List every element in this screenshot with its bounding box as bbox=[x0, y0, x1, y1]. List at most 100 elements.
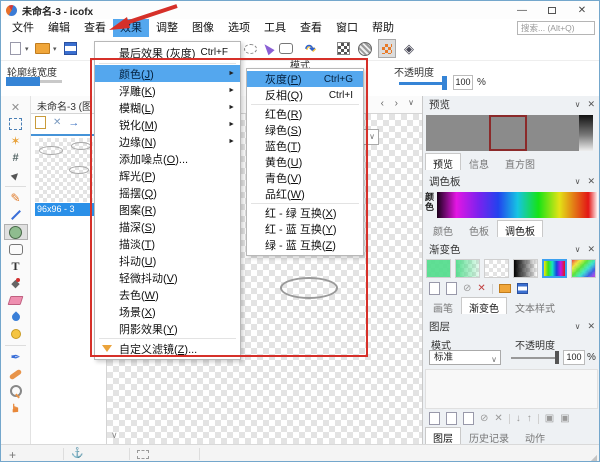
delete-item-icon[interactable] bbox=[477, 283, 485, 294]
move-selection-tool[interactable] bbox=[4, 167, 28, 183]
outline-width-slider-track[interactable] bbox=[40, 80, 62, 83]
open-folder-sm-icon[interactable] bbox=[499, 284, 511, 293]
close-button[interactable]: ✕ bbox=[567, 1, 597, 19]
effects-item-R[interactable]: 图案(R) bbox=[95, 201, 240, 218]
resize-grip[interactable]: ◢ bbox=[591, 453, 597, 462]
close-icon[interactable] bbox=[587, 244, 595, 255]
opacity-slider-handle[interactable] bbox=[442, 76, 447, 90]
image-thumbnail[interactable] bbox=[35, 138, 93, 202]
new-item-icon[interactable] bbox=[429, 282, 440, 295]
outline-width-slider[interactable] bbox=[6, 77, 40, 86]
layer-opacity-value[interactable]: 100 bbox=[563, 350, 585, 365]
rect-select-tool[interactable] bbox=[4, 116, 28, 132]
palette-tab-色板[interactable]: 色板 bbox=[461, 220, 497, 237]
delete-layer-icon[interactable] bbox=[494, 413, 502, 424]
effects-item-Q[interactable]: 摇摆(Q) bbox=[95, 184, 240, 201]
preview-tab-直方图[interactable]: 直方图 bbox=[497, 153, 543, 170]
color-item-T[interactable]: 蓝色(T) bbox=[247, 138, 363, 154]
effects-item-K[interactable]: 浮雕(K)► bbox=[95, 82, 240, 99]
color-spectrum[interactable] bbox=[437, 192, 598, 218]
color-item-U[interactable]: 黄色(U) bbox=[247, 154, 363, 170]
palette-tab-调色板[interactable]: 调色板 bbox=[497, 220, 543, 237]
close-icon[interactable] bbox=[587, 321, 595, 332]
effects-item-P[interactable]: 辉光(P) bbox=[95, 167, 240, 184]
next-tab-icon[interactable]: › bbox=[395, 98, 398, 109]
effects-item-X[interactable]: 场景(X) bbox=[95, 303, 240, 320]
tab-list-icon[interactable]: ∨ bbox=[408, 98, 414, 107]
effects-item-T[interactable]: 描淡(T) bbox=[95, 235, 240, 252]
menubar-item-查看[interactable]: 查看 bbox=[293, 19, 329, 37]
close-icon[interactable] bbox=[587, 99, 595, 110]
color-item-Q[interactable]: 反相(Q)Ctrl+I bbox=[247, 87, 363, 103]
palette-tab-颜色[interactable]: 颜色 bbox=[425, 220, 461, 237]
dither-circle-button[interactable] bbox=[356, 39, 374, 58]
gradient-swatch-rainbow[interactable] bbox=[542, 259, 567, 278]
preview-tab-预览[interactable]: 预览 bbox=[425, 153, 461, 170]
blur-drop-tool[interactable] bbox=[4, 309, 28, 325]
layers-stack-button[interactable] bbox=[400, 39, 418, 58]
gradient-swatch-transparent[interactable] bbox=[484, 259, 509, 278]
duplicate-item-icon[interactable] bbox=[446, 282, 457, 295]
menu-item-last-effect[interactable]: 最后效果 (灰度) Ctrl+F bbox=[95, 43, 240, 62]
new-file-button[interactable] bbox=[6, 39, 24, 58]
effects-item-Y[interactable]: 阴影效果(Y) bbox=[95, 320, 240, 337]
effects-item-S[interactable]: 描深(S) bbox=[95, 218, 240, 235]
menubar-item-效果[interactable]: 效果 bbox=[113, 19, 149, 37]
effects-item-W[interactable]: 去色(W) bbox=[95, 286, 240, 303]
gradient-tab-渐变色[interactable]: 渐变色 bbox=[461, 297, 507, 314]
layers-tab-历史记录[interactable]: 历史记录 bbox=[461, 427, 517, 444]
color-picker-tool[interactable] bbox=[4, 349, 28, 365]
collapse-icon[interactable] bbox=[575, 176, 581, 187]
effects-item-V[interactable]: 轻微抖动(V) bbox=[95, 269, 240, 286]
new-image-icon[interactable] bbox=[35, 116, 46, 129]
color-item-W[interactable]: 品红(W) bbox=[247, 186, 363, 202]
transform-apply-button[interactable] bbox=[301, 39, 319, 58]
text-tool[interactable] bbox=[4, 258, 28, 274]
effects-item-J[interactable]: 颜色(J)► bbox=[95, 65, 240, 82]
clear-item-icon[interactable] bbox=[463, 283, 471, 294]
collapse-icon[interactable] bbox=[575, 99, 581, 110]
opacity-value[interactable]: 100 bbox=[453, 75, 473, 90]
export-image-icon[interactable] bbox=[68, 116, 79, 129]
layer-list[interactable] bbox=[425, 369, 598, 409]
layers-tab-图层[interactable]: 图层 bbox=[425, 427, 461, 444]
ellipse-tool[interactable] bbox=[4, 224, 28, 240]
checker-pattern-button[interactable] bbox=[334, 39, 352, 58]
rounded-rect-button[interactable] bbox=[277, 39, 295, 58]
color-item-V[interactable]: 青色(V) bbox=[247, 170, 363, 186]
new-file-dropdown-icon[interactable]: ▾ bbox=[25, 45, 29, 53]
menubar-item-编辑[interactable]: 编辑 bbox=[41, 19, 77, 37]
layer-opacity-slider-track[interactable] bbox=[511, 357, 559, 359]
gradient-tab-文本样式[interactable]: 文本样式 bbox=[507, 297, 563, 314]
effects-item-Z[interactable]: 自定义滤镜(Z)... bbox=[95, 340, 240, 357]
menubar-item-帮助[interactable]: 帮助 bbox=[365, 19, 401, 37]
gradient-swatch-rainbow-diagonal[interactable] bbox=[571, 259, 596, 278]
menubar-item-选项[interactable]: 选项 bbox=[221, 19, 257, 37]
layer-opacity-slider-handle[interactable] bbox=[555, 351, 559, 364]
minimize-button[interactable]: — bbox=[507, 1, 537, 19]
cursor-button[interactable] bbox=[259, 39, 277, 58]
line-tool[interactable] bbox=[4, 207, 28, 223]
close-icon[interactable] bbox=[587, 176, 595, 187]
collapse-icon[interactable] bbox=[575, 321, 581, 332]
duplicate-layer-icon[interactable] bbox=[446, 412, 457, 425]
menubar-item-工具[interactable]: 工具 bbox=[257, 19, 293, 37]
collapse-icon[interactable] bbox=[575, 244, 581, 255]
prev-tab-icon[interactable]: ‹ bbox=[381, 98, 384, 109]
layer-mode-combobox[interactable]: 标准 ∨ bbox=[429, 350, 501, 365]
maximize-button[interactable] bbox=[537, 1, 567, 19]
fill-tool[interactable] bbox=[4, 275, 28, 291]
color-item-P[interactable]: 灰度(P)Ctrl+G bbox=[247, 71, 363, 87]
preview-tab-信息[interactable]: 信息 bbox=[461, 153, 497, 170]
zoom-tool[interactable] bbox=[4, 383, 28, 399]
menubar-item-图像[interactable]: 图像 bbox=[185, 19, 221, 37]
gradient-swatch-green[interactable] bbox=[426, 259, 451, 278]
lighten-tool[interactable] bbox=[4, 326, 28, 342]
delete-image-icon[interactable] bbox=[53, 116, 61, 129]
effects-item-N[interactable]: 边缘(N)► bbox=[95, 133, 240, 150]
crop-tool[interactable] bbox=[4, 150, 28, 166]
move-up-icon[interactable] bbox=[527, 413, 532, 424]
open-folder-button[interactable] bbox=[33, 39, 51, 58]
menubar-item-调整[interactable]: 调整 bbox=[149, 19, 185, 37]
move-down-icon[interactable] bbox=[516, 413, 521, 424]
